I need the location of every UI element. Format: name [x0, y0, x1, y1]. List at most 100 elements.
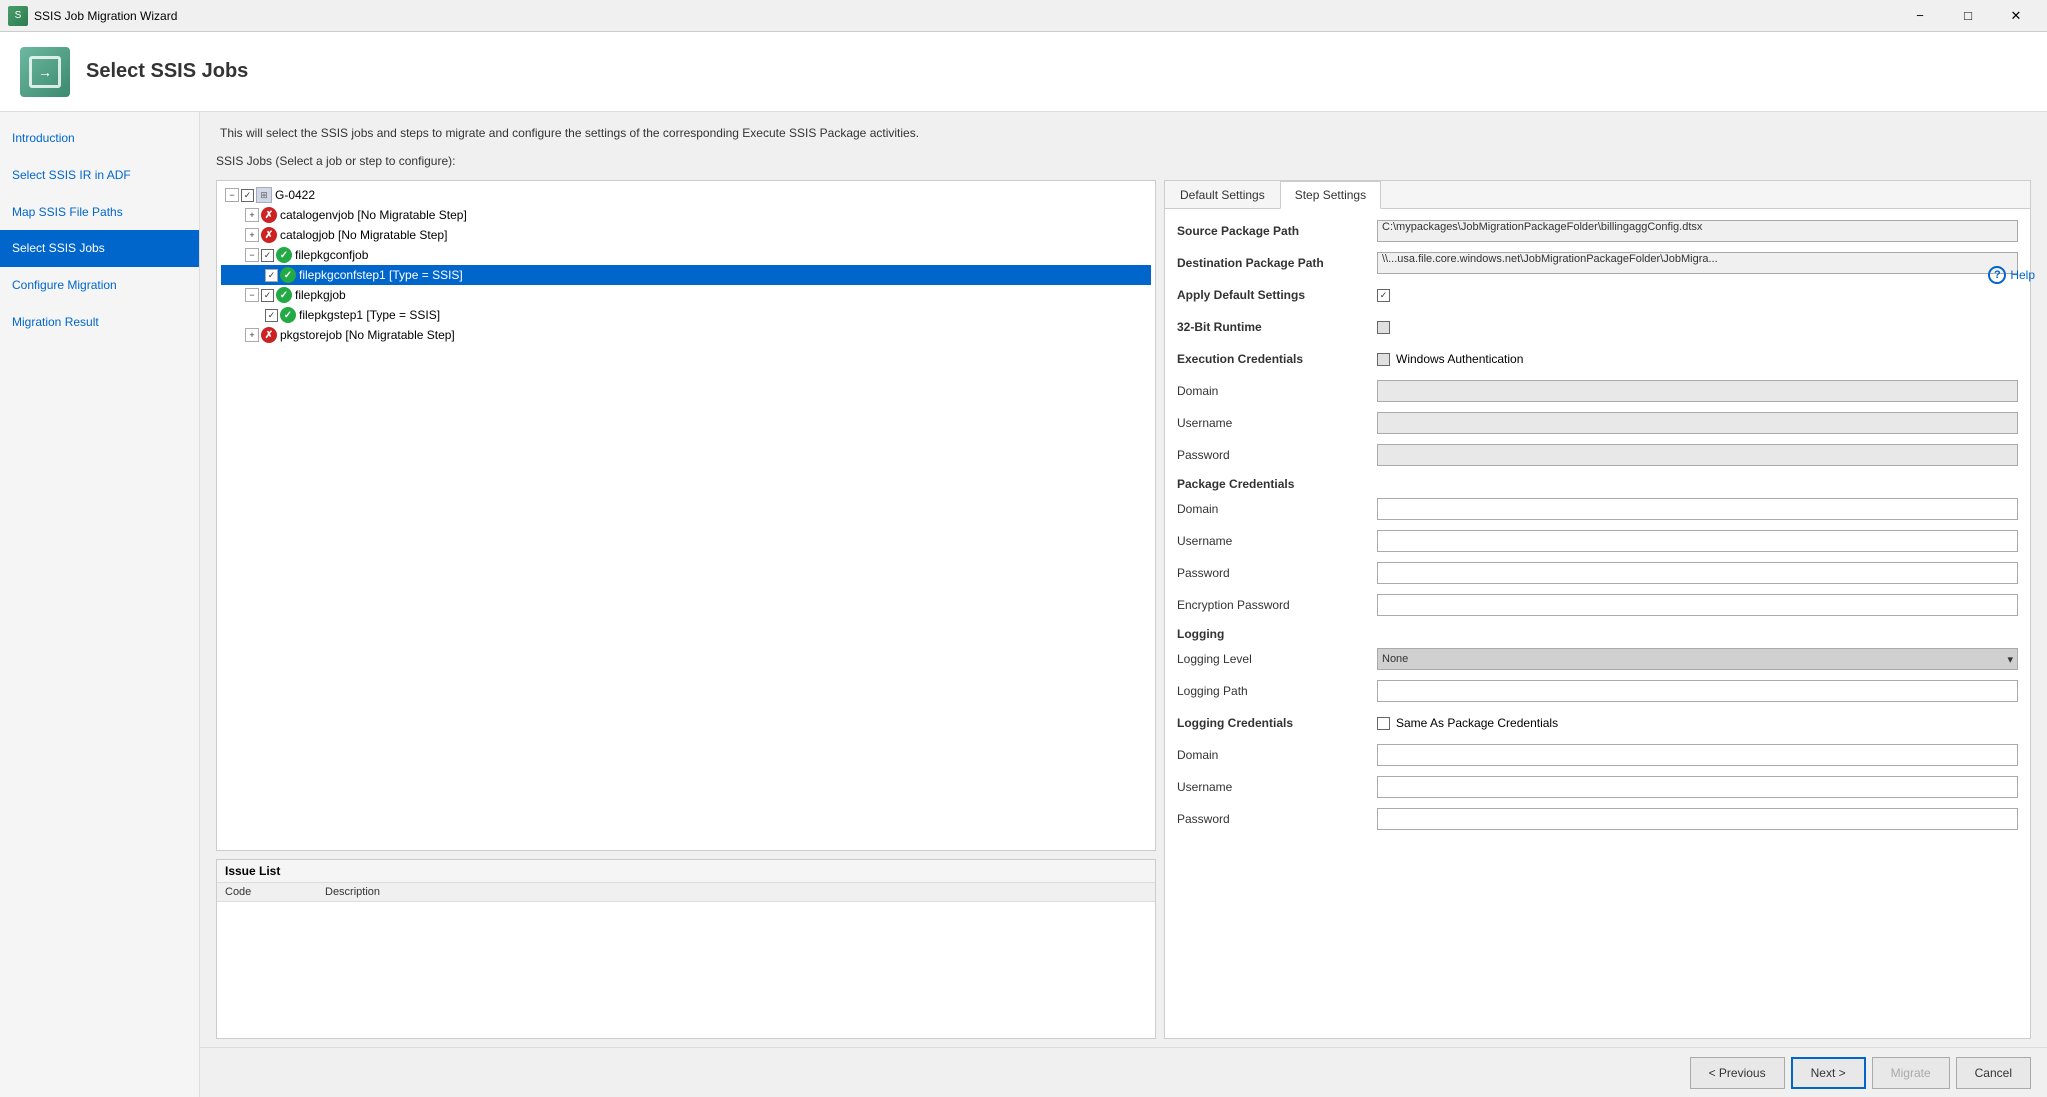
catalogenvjob-expand-btn[interactable]: +: [245, 208, 259, 222]
sidebar-item-select-ssis-jobs[interactable]: Select SSIS Jobs: [0, 230, 199, 267]
minimize-button[interactable]: −: [1897, 2, 1943, 30]
split-pane: − ⊞ G-0422 + catalogenvjob [No Migratabl…: [216, 180, 2031, 1039]
exec-domain-input[interactable]: [1377, 380, 2018, 402]
destination-package-path-input[interactable]: \\...usa.file.core.windows.net\JobMigrat…: [1377, 252, 2018, 274]
logging-path-input[interactable]: [1377, 680, 2018, 702]
header-icon: [20, 47, 70, 97]
execution-credentials-row: Execution Credentials Windows Authentica…: [1177, 347, 2018, 371]
filepkgjob-checkbox[interactable]: [261, 289, 274, 302]
right-panel: Default Settings Step Settings Source Pa…: [1164, 180, 2031, 1039]
cancel-button[interactable]: Cancel: [1956, 1057, 2031, 1089]
filepkgjob-status-icon: [276, 287, 292, 303]
description-text: This will select the SSIS jobs and steps…: [200, 112, 2047, 154]
tree-node-filepkgconfjob[interactable]: − filepkgconfjob: [221, 245, 1151, 265]
exec-password-input[interactable]: [1377, 444, 2018, 466]
logging-credentials-row: Logging Credentials Same As Package Cred…: [1177, 711, 2018, 735]
logging-level-dropdown[interactable]: None ▾: [1377, 648, 2018, 670]
logging-path-row: Logging Path: [1177, 679, 2018, 703]
exec-password-label: Password: [1177, 448, 1377, 462]
sidebar-item-migration-result[interactable]: Migration Result: [0, 304, 199, 341]
issue-list-header: Issue List: [217, 860, 1155, 883]
tree-node-filepkgstep1[interactable]: filepkgstep1 [Type = SSIS]: [221, 305, 1151, 325]
issue-table-header: Code Description: [217, 883, 1155, 902]
root-node-label: G-0422: [275, 188, 315, 202]
sidebar-item-introduction[interactable]: Introduction: [0, 120, 199, 157]
windows-auth-row: Windows Authentication: [1377, 352, 1523, 366]
tree-node-catalogenvjob[interactable]: + catalogenvjob [No Migratable Step]: [221, 205, 1151, 225]
pkg-username-input[interactable]: [1377, 530, 2018, 552]
log-username-row: Username: [1177, 775, 2018, 799]
sidebar-item-select-ssis-ir[interactable]: Select SSIS IR in ADF: [0, 157, 199, 194]
runtime-32bit-checkbox[interactable]: [1377, 321, 1390, 334]
encryption-password-row: Encryption Password: [1177, 593, 2018, 617]
root-checkbox[interactable]: [241, 189, 254, 202]
tree-node-filepkgjob[interactable]: − filepkgjob: [221, 285, 1151, 305]
apply-default-settings-row: Apply Default Settings: [1177, 283, 2018, 307]
apply-default-settings-checkbox[interactable]: [1377, 289, 1390, 302]
pkg-domain-input[interactable]: [1377, 498, 2018, 520]
main-layout: Introduction Select SSIS IR in ADF Map S…: [0, 112, 2047, 1097]
help-button[interactable]: ? Help: [1988, 266, 2035, 284]
filepkgstep1-checkbox[interactable]: [265, 309, 278, 322]
settings-tabs: Default Settings Step Settings: [1165, 181, 2030, 209]
title-bar: S SSIS Job Migration Wizard − □ ✕: [0, 0, 2047, 32]
encryption-password-input[interactable]: [1377, 594, 2018, 616]
tree-node-pkgstorejob[interactable]: + pkgstorejob [No Migratable Step]: [221, 325, 1151, 345]
log-username-input[interactable]: [1377, 776, 2018, 798]
tree-root-node[interactable]: − ⊞ G-0422: [221, 185, 1151, 205]
filepkgconfjob-checkbox[interactable]: [261, 249, 274, 262]
exec-password-row: Password: [1177, 443, 2018, 467]
pkgstorejob-expand-btn[interactable]: +: [245, 328, 259, 342]
filepkgconfstep1-checkbox[interactable]: [265, 269, 278, 282]
sidebar: Introduction Select SSIS IR in ADF Map S…: [0, 112, 200, 1097]
source-package-path-input[interactable]: C:\mypackages\JobMigrationPackageFolder\…: [1377, 220, 2018, 242]
apply-default-settings-label: Apply Default Settings: [1177, 288, 1377, 302]
previous-button[interactable]: < Previous: [1690, 1057, 1785, 1089]
same-as-pkg-row: Same As Package Credentials: [1377, 716, 1558, 730]
same-as-pkg-checkbox[interactable]: [1377, 717, 1390, 730]
runtime-32bit-row: 32-Bit Runtime: [1177, 315, 2018, 339]
runtime-32bit-label: 32-Bit Runtime: [1177, 320, 1377, 334]
left-pane: − ⊞ G-0422 + catalogenvjob [No Migratabl…: [216, 180, 1156, 1039]
close-button[interactable]: ✕: [1993, 2, 2039, 30]
title-bar-left: S SSIS Job Migration Wizard: [8, 6, 177, 26]
tree-node-catalogjob[interactable]: + catalogjob [No Migratable Step]: [221, 225, 1151, 245]
log-password-input[interactable]: [1377, 808, 2018, 830]
log-domain-input[interactable]: [1377, 744, 2018, 766]
help-icon: ?: [1988, 266, 2006, 284]
log-domain-row: Domain: [1177, 743, 2018, 767]
sidebar-item-map-ssis-file-paths[interactable]: Map SSIS File Paths: [0, 194, 199, 231]
logging-path-label: Logging Path: [1177, 684, 1377, 698]
pkg-password-input[interactable]: [1377, 562, 2018, 584]
title-bar-controls: − □ ✕: [1897, 2, 2039, 30]
filepkgconfjob-expand-btn[interactable]: −: [245, 248, 259, 262]
filepkgjob-expand-btn[interactable]: −: [245, 288, 259, 302]
log-password-row: Password: [1177, 807, 2018, 831]
filepkgconfjob-label: filepkgconfjob: [295, 248, 368, 262]
logging-level-value: None: [1382, 653, 1408, 665]
sidebar-item-configure-migration[interactable]: Configure Migration: [0, 267, 199, 304]
tab-step-settings[interactable]: Step Settings: [1280, 181, 1381, 209]
filepkgstep1-label: filepkgstep1 [Type = SSIS]: [299, 308, 440, 322]
encryption-password-label: Encryption Password: [1177, 598, 1377, 612]
catalogjob-label: catalogjob [No Migratable Step]: [280, 228, 447, 242]
step-settings-form: Source Package Path C:\mypackages\JobMig…: [1165, 209, 2030, 849]
catalogjob-status-icon: [261, 227, 277, 243]
tab-default-settings[interactable]: Default Settings: [1165, 181, 1280, 209]
page-header: Select SSIS Jobs: [0, 32, 2047, 112]
logging-level-label: Logging Level: [1177, 652, 1377, 666]
pkgstorejob-status-icon: [261, 327, 277, 343]
catalogenvjob-label: catalogenvjob [No Migratable Step]: [280, 208, 467, 222]
windows-auth-checkbox[interactable]: [1377, 353, 1390, 366]
catalogenvjob-status-icon: [261, 207, 277, 223]
jobs-tree-panel[interactable]: − ⊞ G-0422 + catalogenvjob [No Migratabl…: [216, 180, 1156, 851]
migrate-button[interactable]: Migrate: [1872, 1057, 1950, 1089]
maximize-button[interactable]: □: [1945, 2, 1991, 30]
pkgstorejob-label: pkgstorejob [No Migratable Step]: [280, 328, 455, 342]
exec-username-input[interactable]: [1377, 412, 2018, 434]
tree-node-filepkgconfstep1[interactable]: filepkgconfstep1 [Type = SSIS]: [221, 265, 1151, 285]
next-button[interactable]: Next >: [1791, 1057, 1866, 1089]
pkg-username-row: Username: [1177, 529, 2018, 553]
catalogjob-expand-btn[interactable]: +: [245, 228, 259, 242]
root-expand-btn[interactable]: −: [225, 188, 239, 202]
